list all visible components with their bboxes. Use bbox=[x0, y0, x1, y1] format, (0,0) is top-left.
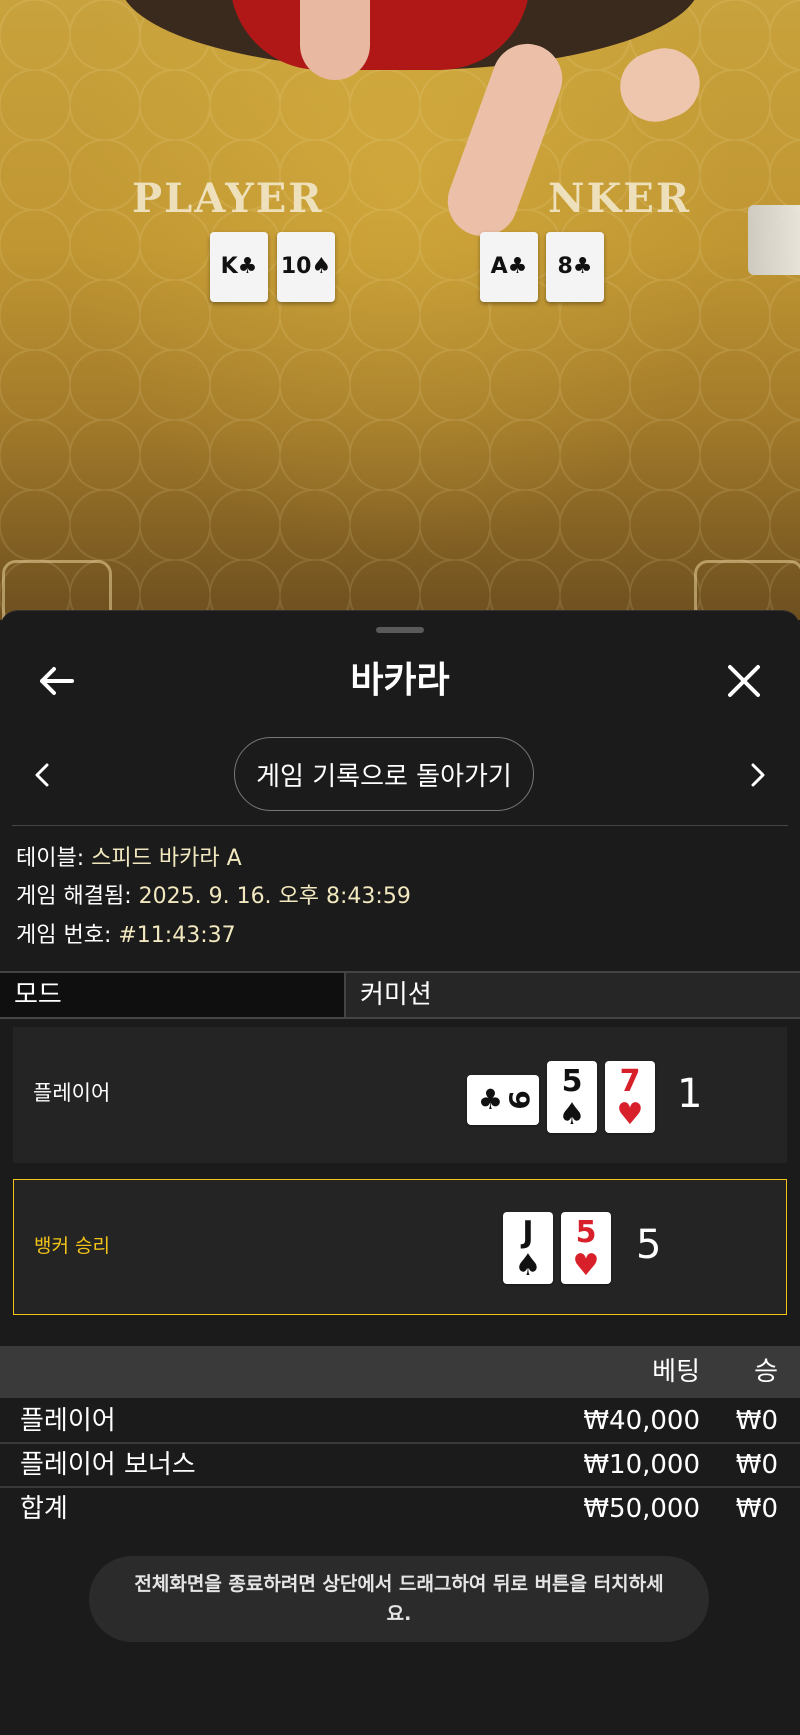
close-icon bbox=[728, 665, 760, 697]
table-banker-card-1: A♣ bbox=[480, 232, 538, 302]
banker-card-1-rank: J bbox=[522, 1215, 534, 1250]
player-card-2: 5 ♠ bbox=[547, 1061, 597, 1133]
banker-hand-total: 5 bbox=[636, 1222, 662, 1268]
live-video-feed: PLAYER NKER K♣ 10♠ A♣ 8♣ bbox=[0, 0, 800, 620]
banker-card-2: 5 ♥ bbox=[561, 1212, 611, 1284]
chevron-right-icon bbox=[751, 763, 765, 787]
info-game-number: 게임 번호: #11:43:37 bbox=[16, 921, 236, 951]
total-win-amount: ₩0 bbox=[735, 1494, 778, 1524]
info-table-label: 테이블: bbox=[16, 846, 92, 871]
mode-label: 모드 bbox=[0, 973, 346, 1017]
table-player-card-2: 10♠ bbox=[277, 232, 335, 302]
chevron-left-icon bbox=[35, 763, 49, 787]
player-hand-total: 1 bbox=[677, 1071, 703, 1117]
player-hand-row: 플레이어 ♣ 9 5 ♠ 7 ♥ 1 bbox=[13, 1027, 787, 1163]
bets-table-header: 베팅 승 bbox=[0, 1346, 800, 1398]
win-amount: ₩0 bbox=[735, 1406, 778, 1436]
player-card-3-suit: ♥ bbox=[616, 1097, 644, 1132]
banker-hand-label: 뱅커 승리 bbox=[34, 1235, 110, 1257]
previous-game-button[interactable] bbox=[18, 751, 66, 799]
table-player-label: PLAYER bbox=[132, 175, 324, 222]
info-resolved-value: 2025. 9. 16. 오후 8:43:59 bbox=[138, 884, 411, 909]
total-row: 합계 ₩50,000 ₩0 bbox=[0, 1488, 800, 1530]
info-number-label: 게임 번호: bbox=[16, 923, 119, 948]
sheet-drag-handle[interactable] bbox=[376, 627, 424, 633]
info-number-value: #11:43:37 bbox=[118, 923, 236, 948]
bets-col-bet: 베팅 bbox=[652, 1357, 700, 1387]
banker-card-2-suit: ♥ bbox=[572, 1248, 600, 1283]
card-shoe bbox=[748, 205, 800, 275]
info-resolved: 게임 해결됨: 2025. 9. 16. 오후 8:43:59 bbox=[16, 882, 411, 912]
bet-amount: ₩10,000 bbox=[583, 1450, 700, 1480]
banker-hand-row: 뱅커 승리 J ♠ 5 ♥ 5 bbox=[13, 1179, 787, 1315]
banker-card-2-rank: 5 bbox=[575, 1215, 597, 1250]
sheet-title: 바카라 bbox=[350, 660, 450, 701]
header-divider bbox=[12, 825, 788, 826]
player-card-2-rank: 5 bbox=[561, 1064, 583, 1099]
info-table-value: 스피드 바카라 A bbox=[91, 846, 242, 871]
next-game-button[interactable] bbox=[734, 751, 782, 799]
bet-name: 플레이어 bbox=[20, 1406, 116, 1436]
dealer-arm-left bbox=[300, 0, 370, 80]
mode-value: 커미션 bbox=[346, 973, 800, 1017]
total-name: 합계 bbox=[20, 1494, 68, 1524]
table-row: 플레이어 ₩40,000 ₩0 bbox=[0, 1400, 800, 1444]
player-card-2-suit: ♠ bbox=[558, 1097, 586, 1132]
close-button[interactable] bbox=[720, 657, 768, 705]
mode-row: 모드 커미션 bbox=[0, 971, 800, 1019]
win-amount: ₩0 bbox=[735, 1450, 778, 1480]
total-bet-amount: ₩50,000 bbox=[583, 1494, 700, 1524]
table-row: 플레이어 보너스 ₩10,000 ₩0 bbox=[0, 1444, 800, 1488]
table-banker-label: NKER bbox=[548, 175, 692, 222]
player-hand-label: 플레이어 bbox=[33, 1081, 111, 1105]
banker-card-1-suit: ♠ bbox=[514, 1248, 542, 1283]
table-banker-card-2: 8♣ bbox=[546, 232, 604, 302]
player-card-1: ♣ 9 bbox=[467, 1075, 539, 1125]
banker-card-1: J ♠ bbox=[503, 1212, 553, 1284]
player-card-3-rank: 7 bbox=[619, 1064, 641, 1099]
game-history-sheet: 바카라 게임 기록으로 돌아가기 테이블: 스피드 바카라 A 게임 해결됨: … bbox=[0, 610, 800, 1735]
fullscreen-exit-toast: 전체화면을 종료하려면 상단에서 드래그하여 뒤로 버튼을 터치하세요. bbox=[89, 1556, 709, 1642]
table-player-card-1: K♣ bbox=[210, 232, 268, 302]
info-resolved-label: 게임 해결됨: bbox=[16, 884, 139, 909]
player-card-3: 7 ♥ bbox=[605, 1061, 655, 1133]
player-card-1-rank: 9 bbox=[502, 1090, 536, 1110]
bet-amount: ₩40,000 bbox=[583, 1406, 700, 1436]
bets-col-win: 승 bbox=[754, 1357, 778, 1387]
back-to-history-button[interactable]: 게임 기록으로 돌아가기 bbox=[234, 737, 534, 811]
bet-name: 플레이어 보너스 bbox=[20, 1450, 196, 1480]
info-table: 테이블: 스피드 바카라 A bbox=[16, 844, 242, 874]
